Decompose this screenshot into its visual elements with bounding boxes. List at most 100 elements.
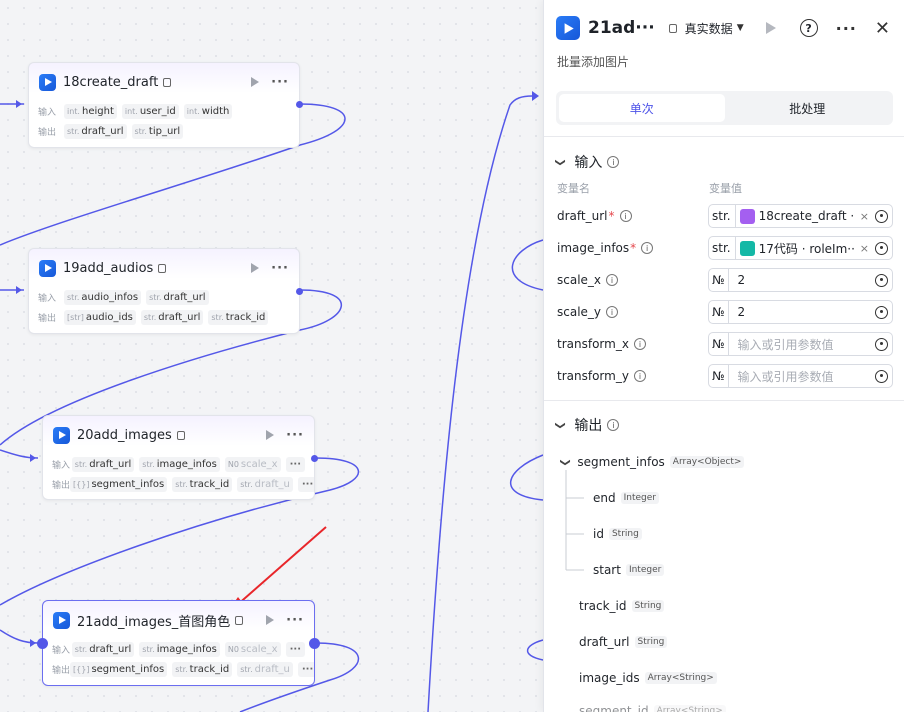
dataset-select[interactable]: 真实数据 [685,20,733,37]
panel-header: 21ad··· 真实数据 ▼ ? ··· ✕ [544,0,904,56]
output-chip: [{}] segment_infos [70,476,168,492]
tab-single[interactable]: 单次 [559,94,725,122]
input-chip: int. user_id [121,103,179,119]
reference-pill[interactable]: 18create_draft · d [739,208,854,224]
divider [544,400,904,401]
edge-arrowhead [532,91,539,101]
divider [544,136,904,137]
edge-arrowhead [30,639,36,647]
reference-pill[interactable]: 17代码 · roleIm··· [739,240,854,257]
more-icon[interactable]: ··· [836,19,857,38]
help-icon[interactable]: ? [799,19,818,37]
info-icon: i [633,370,646,382]
workflow-node[interactable]: 20add_images ··· 输入 str. draft_url str. im… [42,415,318,500]
output-item: segment_id Array<String> [579,704,726,712]
output-port[interactable] [309,638,320,649]
input-port[interactable] [37,638,48,649]
param-scale-y-field[interactable]: № 2 [708,300,893,324]
output-item: id String [593,527,642,541]
output-item: track_id String [579,599,665,613]
more-icon[interactable]: ··· [271,261,289,276]
tab-batch[interactable]: 批处理 [725,94,891,122]
input-section-header[interactable]: ❯ 输入 i [554,152,620,172]
more-chip[interactable]: ··· [285,641,305,657]
workflow-node-selected[interactable]: 21add_images_首图角色 ··· 输入 str. draft_url s… [37,600,320,686]
panel-title[interactable]: 21ad··· [588,18,655,38]
save-tag-icon[interactable] [668,23,677,33]
reference-target-icon[interactable] [875,241,888,255]
node-title: 20add_images [77,427,172,443]
output-section-header[interactable]: ❯ 输出 i [555,415,620,435]
output-item[interactable]: ❯ segment_infos Array<Object> [560,455,745,469]
workflow-node[interactable]: 18create_draft ··· 输入 int. height int. use… [28,62,303,148]
edge [511,239,544,291]
input-chip: int. height [64,103,117,119]
node-output-row: 输出 [str] audio_ids str. draft_url str. trac… [29,307,299,327]
output-port[interactable] [311,455,318,462]
output-port[interactable] [296,101,303,108]
column-header-value: 变量值 [709,182,742,195]
clear-icon[interactable]: × [860,242,869,255]
param-row: draft_url*i str. 18create_draft · d × [557,203,893,229]
plugin-icon [556,16,580,40]
output-chip: [str] audio_ids [64,309,136,325]
param-row: image_infos * i str. 17代码 · roleIm··· × [557,235,893,261]
more-chip[interactable]: ··· [297,661,314,677]
info-icon: i [633,338,646,350]
run-node-icon[interactable] [251,77,260,87]
plugin-icon [53,611,70,629]
input-chip: str. audio_infos [64,289,142,305]
close-icon[interactable]: ✕ [875,18,890,39]
panel-description: 批量添加图片 [557,55,630,69]
reference-target-icon[interactable] [875,209,888,223]
more-icon[interactable]: ··· [271,75,289,90]
output-port[interactable] [296,288,303,295]
run-node-icon[interactable] [266,430,275,440]
plugin-icon [39,73,56,91]
run-icon[interactable] [765,22,776,34]
chevron-down-icon: ❯ [554,157,566,167]
output-chip: str. draft_u [237,661,293,677]
param-image-infos-field[interactable]: str. 17代码 · roleIm··· × [708,236,893,260]
more-icon[interactable]: ··· [286,613,304,628]
run-node-icon[interactable] [251,263,260,273]
input-chip: str. draft_url [71,456,135,472]
output-chip: [{}] segment_infos [70,661,168,677]
param-scale-x-field[interactable]: № 2 [708,268,893,292]
reference-node-icon [739,208,755,224]
edge [526,639,544,661]
input-chip: N0 scale_x [224,641,281,657]
reference-target-icon[interactable] [875,369,888,383]
reference-target-icon[interactable] [875,337,888,351]
reference-target-icon[interactable] [875,273,888,287]
caret-down-icon[interactable]: ▼ [737,23,744,33]
run-node-icon[interactable] [266,615,275,625]
clear-icon[interactable]: × [860,210,869,223]
node-input-row: 输入 int. height int. user_id int. width [29,101,299,121]
reference-target-icon[interactable] [875,305,888,319]
edge [0,449,39,459]
plugin-icon [39,259,56,277]
more-chip[interactable]: ··· [297,476,314,492]
input-chip: N0 scale_x [224,456,281,472]
more-chip[interactable]: ··· [285,456,305,472]
param-transform-x-field[interactable]: № 输入或引用参数值 [708,332,893,356]
workflow-node[interactable]: 19add_audios ··· 输入 str. audio_infos str.… [28,248,303,334]
edge-arrowhead [16,100,22,108]
output-chip: str. track_id [172,476,233,492]
output-item: draft_url String [579,635,668,649]
node-input-row: 输入 str. draft_url str. image_infos N0 scale… [43,454,314,474]
param-draft-url-field[interactable]: str. 18create_draft · d × [708,204,893,228]
output-chip: str. draft_u [237,476,293,492]
info-icon: i [619,210,632,222]
more-icon[interactable]: ··· [286,428,304,443]
save-tag-icon [158,263,167,273]
chevron-down-icon[interactable]: ❯ [560,458,571,466]
node-input-row: 输入 str. audio_infos str. draft_url [29,287,299,307]
output-chip: str. draft_url [140,309,204,325]
param-row: transform_y i № 输入或引用参数值 [557,363,893,389]
param-transform-y-field[interactable]: № 输入或引用参数值 [708,364,893,388]
save-tag-icon [163,77,172,87]
edge [0,629,39,644]
input-chip: str. draft_url [146,289,209,305]
